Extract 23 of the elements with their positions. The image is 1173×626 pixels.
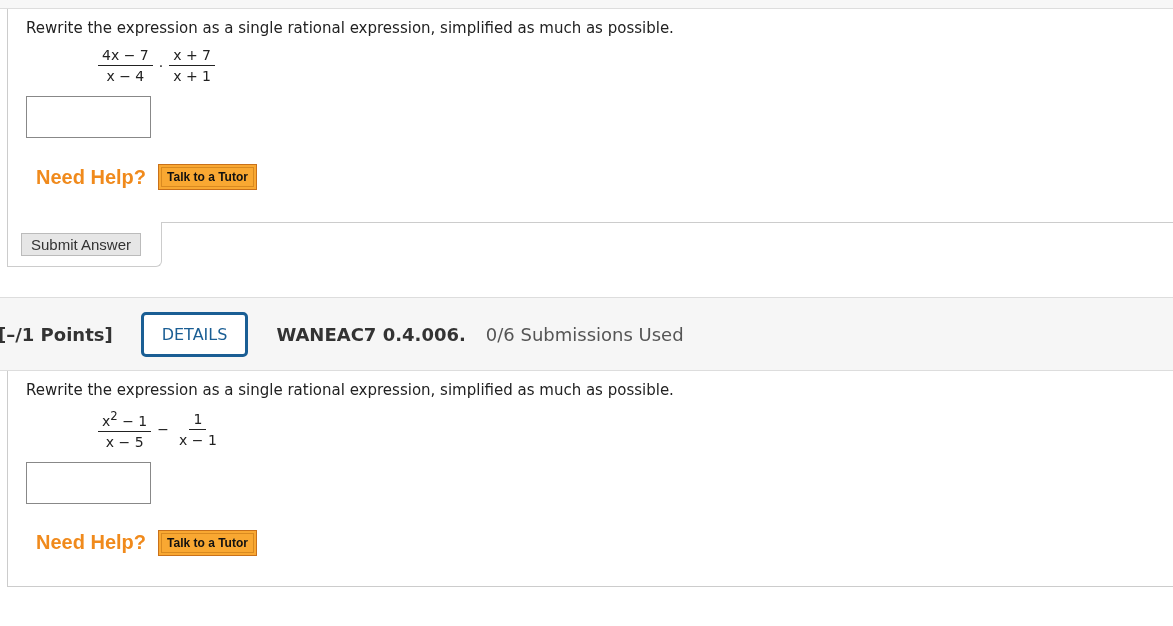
submissions-count: 0/6 Submissions Used [485,323,684,345]
answer-field[interactable] [26,461,151,504]
numerator: 4x − 7 [98,47,153,66]
need-help-label: Need Help? [36,531,147,555]
details-button[interactable]: DETAILS [140,311,249,357]
answer-field[interactable] [26,96,151,138]
question-prompt: Rewrite the expression as a single rational expression, simplified as much as possible. [26,381,675,399]
denominator: x − 5 [104,432,145,450]
operator: · [158,57,164,74]
denominator: x − 1 [178,430,218,448]
operator: − [157,421,169,438]
question-prompt: Rewrite the expression as a single rational expression, simplified as much as possible. [26,19,675,37]
denominator: x − 4 [105,67,146,84]
talk-to-tutor-button[interactable]: Talk to a Tutor [158,164,257,190]
talk-to-tutor-button[interactable]: Talk to a Tutor [158,529,257,556]
submit-answer-button[interactable]: Submit Answer [21,233,142,256]
points-label: [–/1 Points] [0,323,113,345]
denominator: x + 1 [172,67,212,84]
numerator: 1 [189,410,207,430]
numerator: x + 7 [169,47,215,66]
numerator: x$^{2}$ − 1 [98,409,152,432]
problem-id: WANEAC7 0.4.006. [276,323,466,345]
need-help-label: Need Help? [36,165,147,189]
